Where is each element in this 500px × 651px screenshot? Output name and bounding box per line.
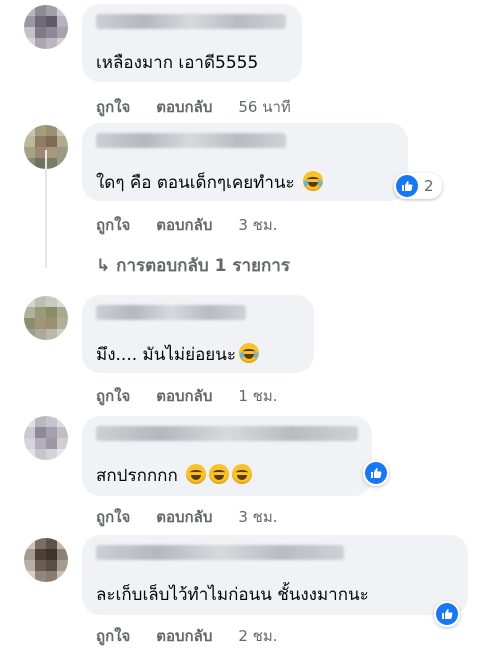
squinting-emoji — [232, 464, 253, 484]
reaction-summary[interactable] — [434, 601, 460, 627]
reply-button[interactable]: ตอบกลับ — [156, 384, 212, 408]
author-name-blurred[interactable] — [96, 305, 246, 320]
avatar[interactable] — [24, 5, 68, 49]
timestamp[interactable]: 56 นาที — [238, 95, 290, 119]
author-name-blurred[interactable] — [96, 426, 358, 441]
reply-button[interactable]: ตอบกลับ — [156, 505, 212, 529]
comment-text: ใดๆ คือ ตอนเด็กๆเคยทำนะ — [96, 169, 324, 196]
comment-bubble: ละเก็บเล็บไว้ทำไมก่อนน ชั้นงงมากนะ — [82, 535, 468, 615]
like-button[interactable]: ถูกใจ — [96, 95, 130, 119]
like-button[interactable]: ถูกใจ — [96, 505, 130, 529]
like-button[interactable]: ถูกใจ — [96, 213, 130, 237]
author-name-blurred[interactable] — [96, 133, 286, 148]
squinting-emoji — [186, 464, 207, 484]
reply-button[interactable]: ตอบกลับ — [156, 624, 212, 648]
reply-button[interactable]: ตอบกลับ — [156, 213, 212, 237]
timestamp[interactable]: 3 ชม. — [238, 505, 277, 529]
laughing-emoji — [303, 171, 324, 191]
squinting-emoji — [209, 464, 230, 484]
reply-button[interactable]: ตอบกลับ — [156, 95, 212, 119]
comment-bubble: สกปรกกกก — [82, 416, 372, 496]
comment-actions: ถูกใจ ตอบกลับ 3 ชม. — [96, 505, 278, 529]
timestamp[interactable]: 3 ชม. — [238, 213, 277, 237]
reaction-summary[interactable] — [363, 460, 389, 486]
comment-text: ละเก็บเล็บไว้ทำไมก่อนน ชั้นงงมากนะ — [96, 585, 369, 605]
comment-text: สกปรกกกก — [96, 462, 253, 489]
thread-line — [45, 150, 47, 268]
comment-actions: ถูกใจ ตอบกลับ 2 ชม. — [96, 624, 278, 648]
comment-actions: ถูกใจ ตอบกลับ 3 ชม. — [96, 213, 278, 237]
comment-actions: ถูกใจ ตอบกลับ 1 ชม. — [96, 384, 278, 408]
comment-text: เหลืองมาก เอาดี5555 — [96, 53, 259, 73]
like-button[interactable]: ถูกใจ — [96, 624, 130, 648]
avatar[interactable] — [24, 538, 68, 582]
view-replies-link[interactable]: ↳ การตอบกลับ 1 รายการ — [96, 252, 290, 279]
avatar[interactable] — [24, 416, 68, 460]
like-icon — [436, 603, 458, 625]
like-button[interactable]: ถูกใจ — [96, 384, 130, 408]
reaction-summary[interactable]: 2 — [394, 173, 442, 199]
like-icon — [396, 175, 418, 197]
timestamp[interactable]: 1 ชม. — [238, 384, 277, 408]
reaction-count: 2 — [424, 177, 434, 195]
comment-actions: ถูกใจ ตอบกลับ 56 นาที — [96, 95, 291, 119]
avatar[interactable] — [24, 296, 68, 340]
timestamp[interactable]: 2 ชม. — [238, 624, 277, 648]
comment-bubble: ใดๆ คือ ตอนเด็กๆเคยทำนะ — [82, 123, 408, 201]
comment-bubble: เหลืองมาก เอาดี5555 — [82, 4, 302, 82]
like-icon — [365, 462, 387, 484]
comment-text: มึง.... มันไม่ย่อยนะ — [96, 341, 259, 368]
comment-bubble: มึง.... มันไม่ย่อยนะ — [82, 295, 314, 373]
laughing-emoji — [239, 343, 259, 363]
author-name-blurred[interactable] — [96, 545, 344, 560]
author-name-blurred[interactable] — [96, 14, 286, 29]
